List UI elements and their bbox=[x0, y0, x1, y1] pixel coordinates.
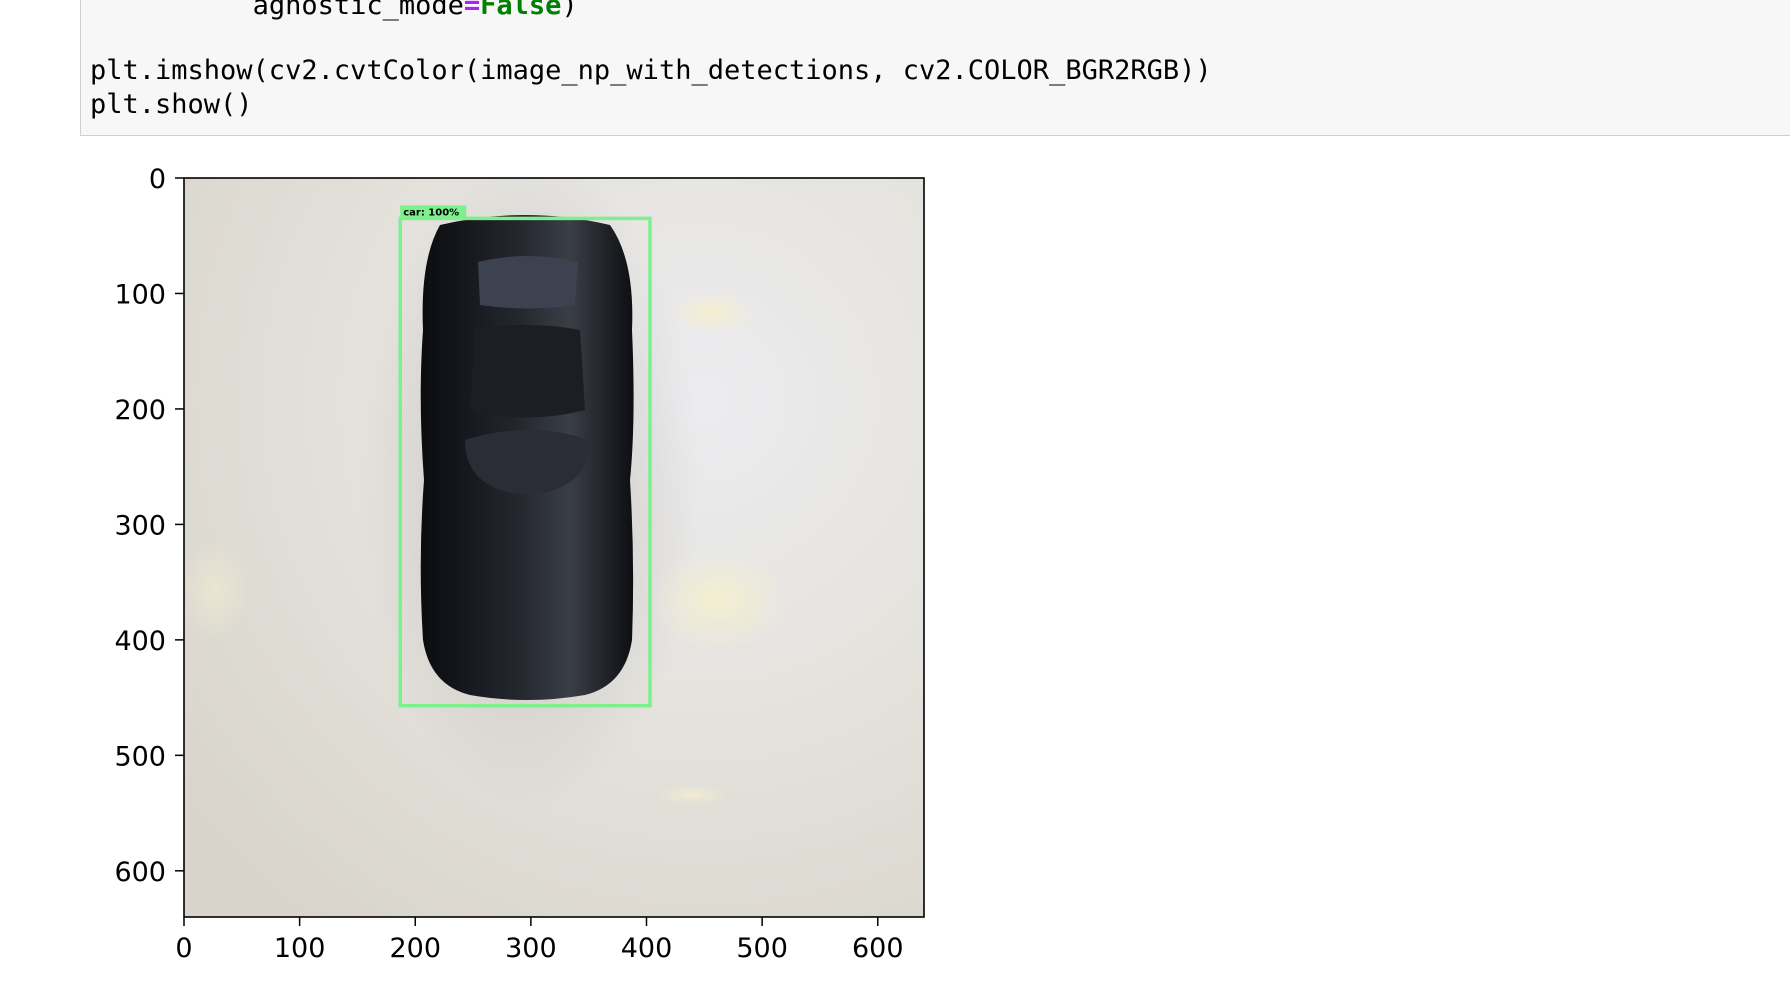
x-tick-label: 100 bbox=[274, 933, 326, 964]
x-tick-label: 300 bbox=[505, 933, 557, 964]
code-line-3: plt.imshow(cv2.cvtColor(image_np_with_de… bbox=[90, 55, 1212, 86]
x-tick-label: 600 bbox=[852, 933, 904, 964]
x-tick-label: 200 bbox=[389, 933, 441, 964]
y-tick-label: 500 bbox=[114, 741, 166, 772]
code-cell[interactable]: agnostic_mode=False) plt.imshow(cv2.cvtC… bbox=[80, 0, 1790, 136]
y-tick-label: 0 bbox=[149, 164, 166, 195]
photo-image bbox=[184, 178, 924, 917]
code-line-1: agnostic_mode=False) bbox=[90, 0, 578, 23]
y-tick-label: 100 bbox=[114, 279, 166, 310]
detection-label: car: 100% bbox=[403, 207, 459, 218]
x-axis: 0 100 200 300 400 500 600 bbox=[175, 917, 904, 964]
y-tick-label: 200 bbox=[114, 395, 166, 426]
x-tick-label: 500 bbox=[736, 933, 788, 964]
y-tick-label: 400 bbox=[114, 626, 166, 657]
code-operator: = bbox=[463, 0, 481, 21]
code-paren: ) bbox=[561, 0, 578, 21]
image-plot: 0 100 200 300 400 500 600 0100200300400500600 … bbox=[114, 164, 925, 964]
y-tick-label: 300 bbox=[114, 510, 166, 541]
x-tick-label: 0 bbox=[175, 933, 192, 964]
y-tick-label: 600 bbox=[114, 857, 166, 888]
cell-output: 0 100 200 300 400 500 600 0 100 200 300 400 500 600 … bbox=[0, 140, 1790, 1000]
code-keyword: False bbox=[480, 0, 562, 21]
code-arg: agnostic_mode bbox=[252, 0, 464, 21]
x-tick-label: 400 bbox=[621, 933, 673, 964]
code-line-4: plt.show() bbox=[90, 89, 253, 120]
car-image bbox=[420, 215, 634, 700]
y-axis: 0 100 200 300 400 500 600 bbox=[114, 164, 184, 888]
